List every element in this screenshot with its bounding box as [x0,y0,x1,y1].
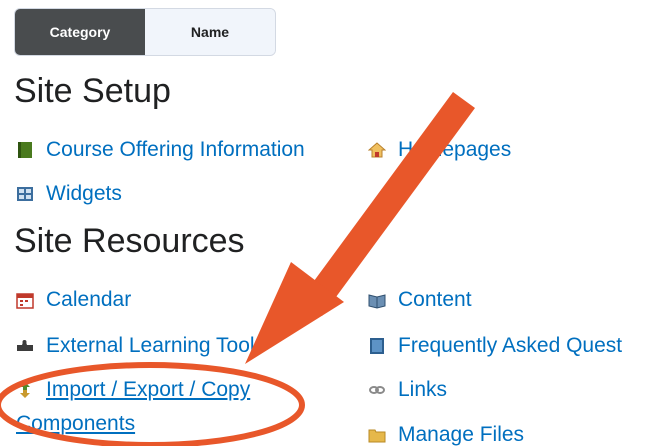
puzzle-icon [17,340,33,351]
course-offering-information-link[interactable]: Course Offering Information [16,137,305,163]
manage-files-link[interactable]: Manage Files [368,422,524,448]
widgets-link[interactable]: Widgets [16,181,122,207]
link-label-group: Import / Export / Copy Components [16,377,250,437]
link-label: Frequently Asked Quest [398,334,623,357]
link-label: Calendar [46,288,132,311]
category-tab[interactable]: Category [15,9,145,55]
import-export-copy-components-link[interactable]: Import / Export / Copy Components [16,377,250,437]
book-icon [18,142,32,158]
calendar-link[interactable]: Calendar [16,287,131,313]
link-label-line2: Components [16,412,136,435]
links-link[interactable]: Links [368,377,447,403]
link-label: Course Offering Information [46,138,305,161]
link-label: Links [398,378,448,401]
content-link[interactable]: Content [368,287,472,313]
view-toggle: Category Name [14,8,276,56]
links-icon [369,386,385,394]
name-tab[interactable]: Name [145,9,275,55]
site-resources-heading: Site Resources [14,222,245,260]
calendar-icon [16,293,34,309]
frequently-asked-questions-link[interactable]: Frequently Asked Quest [368,333,622,359]
site-setup-heading: Site Setup [14,72,171,110]
link-label: Manage Files [398,423,525,446]
folder-icon [368,429,386,443]
link-label: Widgets [46,182,122,205]
annotation-arrow-icon [245,92,475,364]
link-label: Content [398,288,472,311]
content-icon [368,294,386,309]
home-icon [368,142,386,158]
link-label: Homepages [398,138,512,161]
widgets-icon [17,187,33,201]
homepages-link[interactable]: Homepages [368,137,511,163]
external-learning-tools-link[interactable]: External Learning Tools [16,333,265,359]
faq-icon [370,338,384,354]
link-label-line1: Import / Export / Copy [46,378,251,401]
link-label: External Learning Tools [46,334,266,357]
